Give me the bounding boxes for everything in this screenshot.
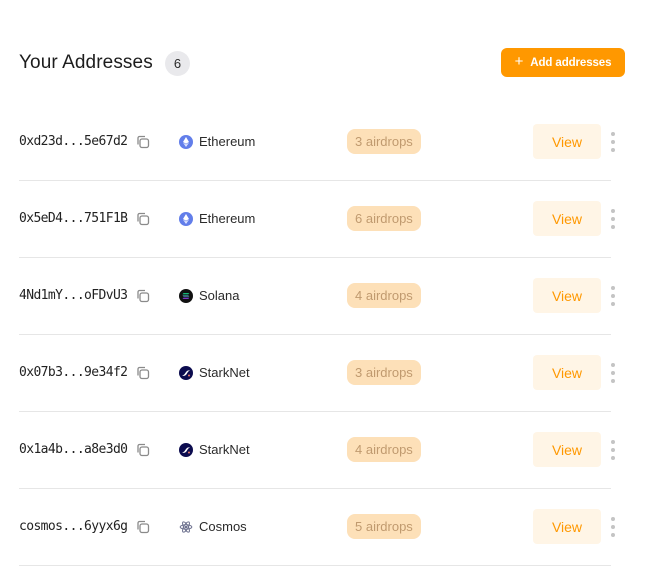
starknet-icon xyxy=(179,365,193,380)
address-text: 0x5eD4...751F1B xyxy=(19,211,128,226)
view-button[interactable]: View xyxy=(533,355,601,390)
address-text: 0x07b3...9e34f2 xyxy=(19,365,128,380)
chain-name: Ethereum xyxy=(199,211,256,226)
chain-name: Ethereum xyxy=(199,134,256,149)
airdrops-badge: 3 airdrops xyxy=(347,360,421,385)
addresses-header: Your Addresses 6 + Add addresses xyxy=(19,48,625,79)
address-row: 0xd23d...5e67d2 Ethereum 3 airdrops View xyxy=(19,104,615,181)
view-button[interactable]: View xyxy=(533,432,601,467)
chain-name: Cosmos xyxy=(199,519,247,534)
chain-name: StarkNet xyxy=(199,365,250,380)
more-options-icon[interactable] xyxy=(607,209,619,229)
address-row: 0x5eD4...751F1B Ethereum 6 airdrops View xyxy=(19,181,615,258)
chain-label: StarkNet xyxy=(179,442,250,457)
copy-icon[interactable] xyxy=(136,212,150,226)
chain-label: StarkNet xyxy=(179,365,250,380)
address-text: 0x1a4b...a8e3d0 xyxy=(19,442,128,457)
more-options-icon[interactable] xyxy=(607,363,619,383)
chain-name: Solana xyxy=(199,288,240,303)
solana-icon xyxy=(179,288,193,303)
more-options-icon[interactable] xyxy=(607,132,619,152)
page-title: Your Addresses xyxy=(19,52,153,73)
more-options-icon[interactable] xyxy=(607,286,619,306)
chain-label: Ethereum xyxy=(179,134,255,149)
chain-name: StarkNet xyxy=(199,442,250,457)
add-addresses-button[interactable]: + Add addresses xyxy=(501,48,625,77)
copy-icon[interactable] xyxy=(136,135,150,149)
cosmos-icon xyxy=(179,520,193,534)
ethereum-icon xyxy=(179,211,193,226)
airdrops-badge: 4 airdrops xyxy=(347,283,421,308)
address-row: 0x07b3...9e34f2 StarkNet 3 airdrops View xyxy=(19,335,615,412)
airdrops-badge: 3 airdrops xyxy=(347,129,421,154)
address-text: cosmos...6yyx6g xyxy=(19,519,128,534)
view-button[interactable]: View xyxy=(533,201,601,236)
address-list: 0xd23d...5e67d2 Ethereum 3 airdrops View… xyxy=(19,104,615,566)
more-options-icon[interactable] xyxy=(607,440,619,460)
add-addresses-label: Add addresses xyxy=(530,56,612,69)
ethereum-icon xyxy=(179,134,193,149)
address-text: 4Nd1mY...oFDvU3 xyxy=(19,288,128,303)
address-text: 0xd23d...5e67d2 xyxy=(19,134,128,149)
view-button[interactable]: View xyxy=(533,509,601,544)
chain-label: Solana xyxy=(179,288,239,303)
copy-icon[interactable] xyxy=(136,289,150,303)
more-options-icon[interactable] xyxy=(607,517,619,537)
address-row: cosmos...6yyx6g Cosmos 5 airdrops View xyxy=(19,489,615,566)
airdrops-badge: 5 airdrops xyxy=(347,514,421,539)
airdrops-badge: 4 airdrops xyxy=(347,437,421,462)
chain-label: Ethereum xyxy=(179,211,255,226)
view-button[interactable]: View xyxy=(533,124,601,159)
copy-icon[interactable] xyxy=(136,443,150,457)
view-button[interactable]: View xyxy=(533,278,601,313)
copy-icon[interactable] xyxy=(136,520,150,534)
copy-icon[interactable] xyxy=(136,366,150,380)
address-row: 0x1a4b...a8e3d0 StarkNet 4 airdrops View xyxy=(19,412,615,489)
plus-icon: + xyxy=(514,53,524,70)
address-count-badge: 6 xyxy=(165,51,190,76)
starknet-icon xyxy=(179,442,193,457)
chain-label: Cosmos xyxy=(179,519,247,534)
address-row: 4Nd1mY...oFDvU3 Solana 4 airdrops View xyxy=(19,258,615,335)
airdrops-badge: 6 airdrops xyxy=(347,206,421,231)
